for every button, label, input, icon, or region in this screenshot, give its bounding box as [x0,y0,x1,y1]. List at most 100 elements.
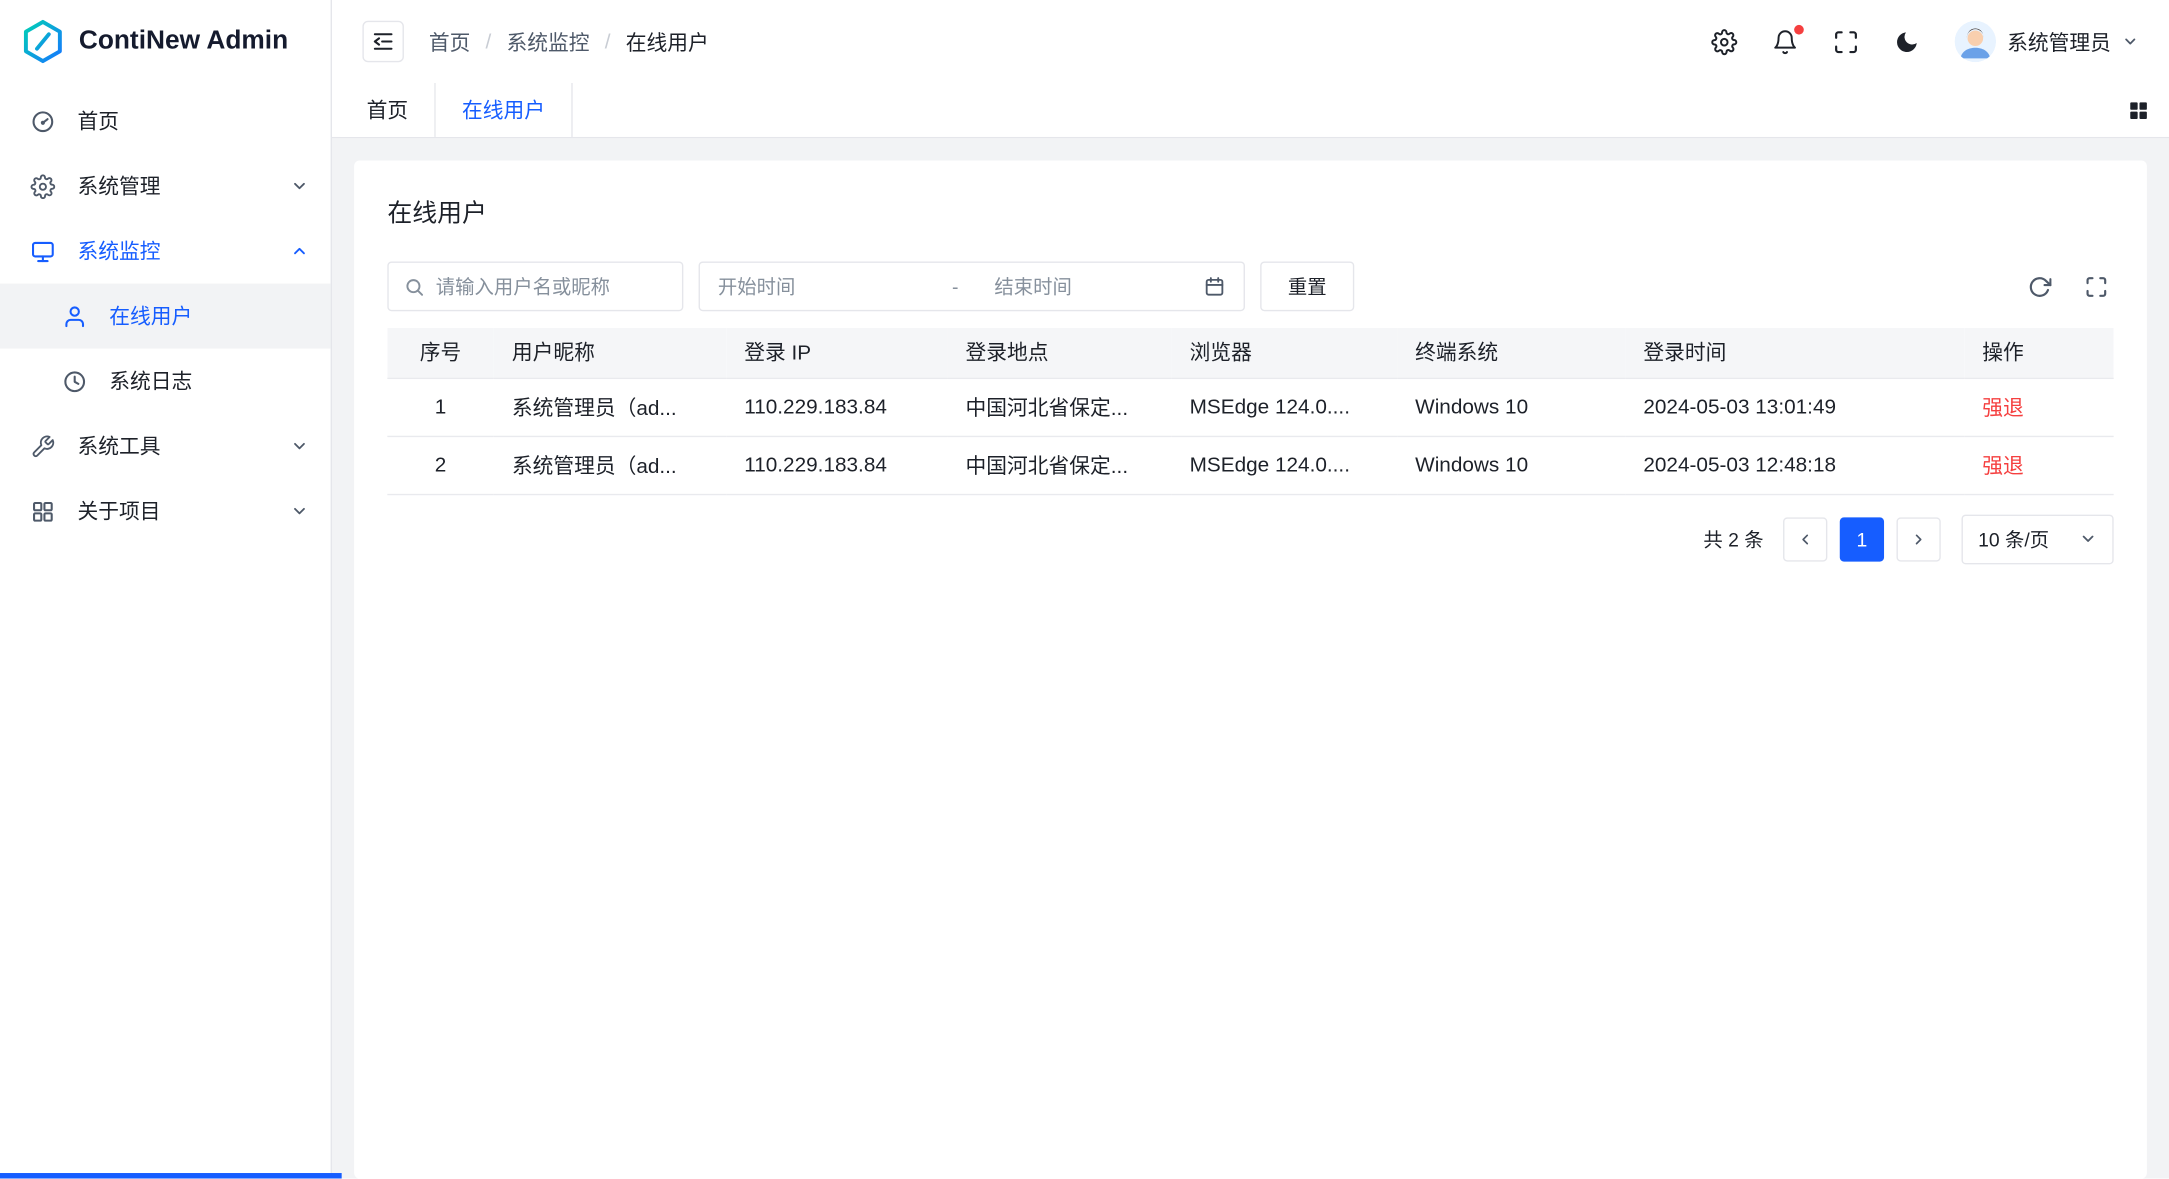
chevron-right-icon [1910,530,1927,547]
sidebar: ContiNew Admin 首页 系统管理 [0,0,332,1179]
user-icon [62,304,87,329]
dashboard-icon [30,109,55,134]
notification-badge [1794,24,1804,34]
sidebar-item-label: 系统日志 [109,367,308,396]
cell-browser: MSEdge 124.0.... [1172,378,1397,436]
breadcrumb-separator: / [605,30,611,54]
search-input[interactable] [436,275,667,297]
app-logo-icon [19,18,66,65]
user-menu[interactable]: 系统管理员 [1955,21,2139,62]
tab-home[interactable]: 首页 [340,83,435,137]
app-title: ContiNew Admin [79,26,288,56]
sidebar-item-about[interactable]: 关于项目 [0,479,331,544]
pagination: 共 2 条 1 10 条/页 [387,514,2113,564]
sidebar-item-label: 关于项目 [77,497,268,526]
dark-mode-moon-icon[interactable] [1894,28,1920,54]
column-header-browser: 浏览器 [1172,328,1397,378]
sidebar-item-online-users[interactable]: 在线用户 [0,284,331,349]
apps-grid-icon [30,499,55,524]
cell-os: Windows 10 [1397,436,1625,494]
search-icon [404,276,425,297]
settings-icon[interactable] [1711,28,1737,54]
cell-nickname: 系统管理员（ad... [494,378,726,436]
gear-icon [30,174,55,199]
sidebar-item-label: 系统管理 [77,172,268,201]
chevron-down-icon [2122,33,2139,50]
chevron-down-icon [290,502,308,520]
tab-actions-grid-icon[interactable] [2128,99,2150,121]
calendar-icon[interactable] [1203,275,1225,297]
sidebar-item-label: 系统监控 [77,237,268,266]
chevron-down-icon [2079,530,2097,548]
sidebar-item-label: 在线用户 [109,302,308,331]
collapse-sidebar-button[interactable] [362,21,403,62]
pagination-page-1[interactable]: 1 [1840,517,1884,561]
tab-online-users[interactable]: 在线用户 [436,83,573,137]
logo-row[interactable]: ContiNew Admin [0,0,331,83]
breadcrumb: 首页 / 系统监控 / 在线用户 [429,27,709,56]
wrench-icon [30,434,55,459]
topbar: 首页 / 系统监控 / 在线用户 [332,0,2169,83]
end-time-input[interactable] [994,275,1192,297]
clock-icon [62,369,87,394]
column-header-index: 序号 [387,328,494,378]
pagination-prev-button[interactable] [1783,517,1827,561]
sidebar-menu: 首页 系统管理 [0,83,331,544]
column-header-location: 登录地点 [948,328,1172,378]
sidebar-item-system-monitor[interactable]: 系统监控 [0,219,331,284]
column-header-actions: 操作 [1964,328,2113,378]
online-users-table: 序号 用户昵称 登录 IP 登录地点 浏览器 终端系统 登录时间 操作 1 [387,328,2113,495]
cell-ip: 110.229.183.84 [726,378,947,436]
monitor-icon [30,239,55,264]
tab-label: 首页 [367,95,409,124]
horizontal-scrollbar-thumb[interactable] [0,1173,342,1179]
start-time-input[interactable] [718,275,916,297]
range-separator: - [927,275,983,297]
cell-nickname: 系统管理员（ad... [494,436,726,494]
cell-location: 中国河北省保定... [948,378,1172,436]
filter-toolbar: - 重置 [387,261,2113,311]
cell-login-time: 2024-05-03 12:48:18 [1625,436,1964,494]
menu-fold-icon [371,29,396,54]
maximize-icon[interactable] [2085,275,2109,299]
chevron-up-icon [290,242,308,260]
username-label: 系统管理员 [2007,27,2111,56]
sidebar-item-system-logs[interactable]: 系统日志 [0,349,331,414]
chevron-left-icon [1797,530,1814,547]
force-logout-link[interactable]: 强退 [1982,454,2024,478]
reset-button[interactable]: 重置 [1260,261,1354,311]
sidebar-item-system-tools[interactable]: 系统工具 [0,414,331,479]
pagination-next-button[interactable] [1896,517,1940,561]
sidebar-item-label: 系统工具 [77,432,268,461]
breadcrumb-item-home[interactable]: 首页 [429,27,471,56]
notification-bell-icon[interactable] [1772,28,1798,54]
date-range-picker: - [699,261,1245,311]
breadcrumb-separator: / [486,30,492,54]
search-box [387,261,683,311]
column-header-os: 终端系统 [1397,328,1625,378]
page-size-value: 10 条/页 [1978,525,2049,553]
sidebar-item-system-management[interactable]: 系统管理 [0,154,331,219]
fullscreen-icon[interactable] [1833,28,1859,54]
table-header-row: 序号 用户昵称 登录 IP 登录地点 浏览器 终端系统 登录时间 操作 [387,328,2113,378]
table-row: 2 系统管理员（ad... 110.229.183.84 中国河北省保定... … [387,436,2113,494]
sidebar-item-home[interactable]: 首页 [0,89,331,154]
cell-index: 1 [387,378,494,436]
tab-label: 在线用户 [462,95,545,124]
cell-login-time: 2024-05-03 13:01:49 [1625,378,1964,436]
page-size-select[interactable]: 10 条/页 [1962,514,2114,564]
tab-bar: 首页 在线用户 [332,83,2169,138]
column-header-login-time: 登录时间 [1625,328,1964,378]
chevron-down-icon [290,177,308,195]
app-root: ContiNew Admin 首页 系统管理 [0,0,2169,1179]
cell-os: Windows 10 [1397,378,1625,436]
cell-ip: 110.229.183.84 [726,436,947,494]
breadcrumb-item-system-monitor[interactable]: 系统监控 [507,27,590,56]
main-column: 首页 / 系统监控 / 在线用户 [332,0,2169,1179]
refresh-icon[interactable] [2028,275,2052,299]
sidebar-item-label: 首页 [77,107,308,136]
column-header-nickname: 用户昵称 [494,328,726,378]
topbar-actions: 系统管理员 [1711,21,2138,62]
force-logout-link[interactable]: 强退 [1982,396,2024,420]
page-content: 在线用户 - [332,138,2169,1178]
